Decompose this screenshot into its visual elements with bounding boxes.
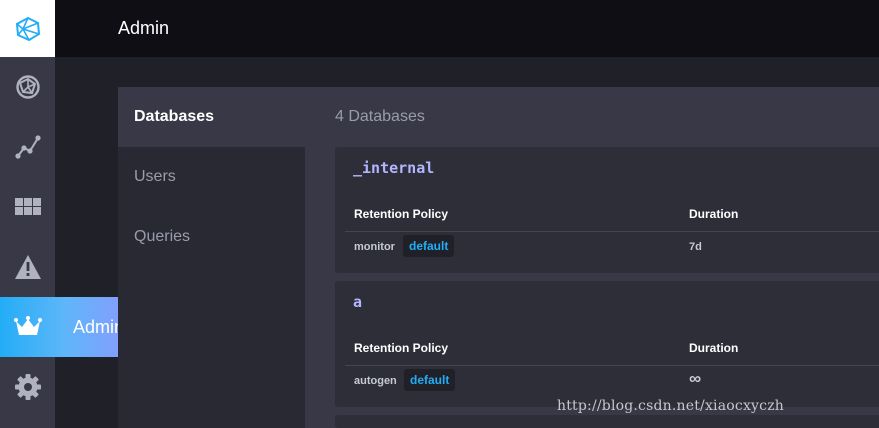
data-explorer-icon[interactable] [0,117,55,177]
column-header-duration: Duration [689,341,739,355]
alert-icon[interactable] [0,237,55,297]
host-list-icon[interactable] [0,57,55,117]
nav-item-admin-label: Admin [73,317,125,337]
retention-policy-name: monitor [354,241,395,253]
left-nav-rail [0,0,55,428]
database-name: a [353,293,363,311]
database-name: _internal [353,159,435,177]
retention-duration: ∞ [689,369,702,388]
dashboards-icon[interactable] [0,177,55,237]
gear-icon[interactable] [0,357,55,417]
column-header-duration: Duration [689,207,739,221]
column-header-retention-policy: Retention Policy [354,341,449,355]
admin-subnav: Databases Users Queries [118,87,305,428]
default-badge: default [404,369,456,391]
database-count-heading: 4 Databases [335,108,425,125]
subnav-item-users[interactable]: Users [118,147,305,207]
column-header-retention-policy: Retention Policy [354,207,449,221]
retention-duration: 7d [689,241,702,253]
database-card: a Retention Policy Duration autogen defa… [335,281,879,407]
chronograf-logo-icon[interactable] [0,0,55,57]
default-badge: default [403,235,455,257]
page-header: Admin [55,0,879,57]
database-card [335,415,879,428]
crown-icon [0,297,55,357]
subnav-item-databases[interactable]: Databases [118,87,305,147]
divider [345,365,879,366]
divider [345,231,879,232]
watermark-text: http://blog.csdn.net/xiaocxyczh [557,398,784,414]
subnav-item-queries[interactable]: Queries [118,207,305,267]
page-title: Admin [118,18,170,38]
retention-policy-name: autogen [354,375,397,387]
database-card: _internal Retention Policy Duration moni… [335,147,879,273]
